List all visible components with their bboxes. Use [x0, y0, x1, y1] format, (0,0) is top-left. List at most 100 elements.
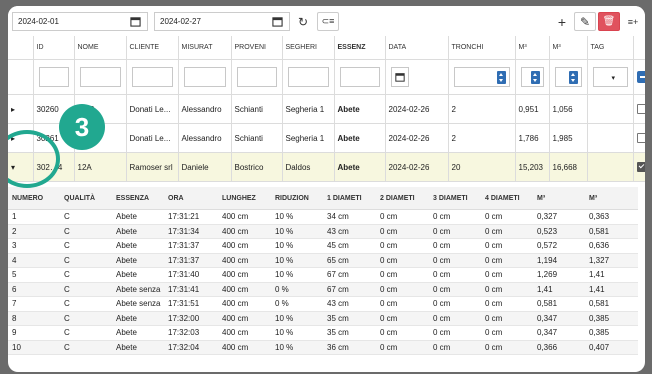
add-row-icon: ≡+	[627, 16, 639, 27]
date-to-field[interactable]: 2024-02-27	[154, 12, 290, 31]
col-header-provenienza[interactable]: PROVENI	[231, 36, 283, 60]
filter-misuratore-input[interactable]	[183, 67, 226, 87]
date-from-field[interactable]: 2024-02-01	[12, 12, 148, 31]
detail-col-diametro3[interactable]: 3 DIAMETI	[429, 187, 481, 210]
col-header-m3a[interactable]: M³	[515, 36, 550, 60]
detail-cell-m3b: 1,41	[585, 282, 638, 297]
tag-field[interactable]	[591, 127, 630, 149]
detail-col-lunghezza[interactable]: LUNGHEZ	[218, 187, 271, 210]
detail-cell-qualita: C	[60, 224, 112, 239]
filter-tag-select[interactable]: ▾	[592, 67, 628, 87]
add-row-button[interactable]: ≡+	[622, 12, 644, 31]
filter-m3a-input[interactable]	[520, 67, 544, 87]
detail-cell-diametro4: 0 cm	[481, 238, 533, 254]
detail-cell-m3b: 1,41	[585, 267, 638, 283]
detail-col-m3a[interactable]: M³	[533, 187, 585, 210]
detail-cell-diametro3: 0 cm	[429, 296, 481, 312]
detail-cell-numero: 8	[8, 311, 60, 326]
filter-tronchi-input[interactable]	[453, 67, 510, 87]
cell-misuratore: Daniele	[178, 152, 232, 182]
edit-button[interactable]: ✎	[574, 12, 596, 31]
detail-cell-lunghezza: 400 cm	[218, 311, 271, 326]
refresh-button[interactable]: ↻	[292, 12, 314, 31]
detail-col-ora[interactable]: ORA	[164, 187, 218, 210]
detail-row[interactable]: 6 C Abete senza 17:31:41 400 cm 0 % 67 cm 0 cm 0…	[8, 282, 638, 297]
detail-body: 1 C Abete 17:31:21 400 cm 10 % 34 cm 0 cm 0 cm 0 …	[8, 209, 638, 355]
calendar-icon[interactable]	[130, 16, 141, 27]
date-to-value: 2024-02-27	[160, 17, 201, 26]
row-checkbox-checked[interactable]	[636, 162, 644, 172]
detail-col-diametro2[interactable]: 2 DIAMETI	[376, 187, 429, 210]
detail-cell-diametro4: 0 cm	[481, 224, 533, 239]
detail-cell-numero: 10	[8, 340, 60, 355]
detail-row[interactable]: 2 C Abete 17:31:34 400 cm 10 % 43 cm 0 cm 0 cm 0 …	[8, 224, 638, 239]
detail-cell-ora: 17:31:37	[164, 238, 218, 254]
filter-provenienza-input[interactable]	[236, 67, 277, 87]
detail-row[interactable]: 5 C Abete 17:31:40 400 cm 10 % 67 cm 0 cm 0 cm 0 …	[8, 267, 638, 283]
col-header-tronchi[interactable]: TRONCHI	[448, 36, 516, 60]
cell-cliente: Donati Le...	[126, 94, 179, 124]
cell-m3b: 1,985	[549, 123, 588, 153]
detail-row[interactable]: 8 C Abete 17:32:00 400 cm 10 % 35 cm 0 cm 0 cm 0 …	[8, 311, 638, 326]
detail-col-m3b[interactable]: M³	[585, 187, 638, 210]
delete-button[interactable]: 🗑	[598, 12, 620, 31]
filter-data-button[interactable]	[390, 67, 409, 87]
col-header-check	[633, 36, 645, 60]
detail-cell-riduzione: 10 %	[271, 253, 323, 268]
detail-row[interactable]: 1 C Abete 17:31:21 400 cm 10 % 34 cm 0 cm 0 cm 0 …	[8, 209, 638, 225]
cell-tronchi: 2	[448, 94, 516, 124]
columns-toggle-button[interactable]: ⊂≡	[317, 12, 339, 31]
col-header-cliente[interactable]: CLIENTE	[126, 36, 179, 60]
table-row-selected[interactable]: ▾ 302…4 12A Ramoser srl Daniele Bostrico…	[8, 152, 645, 182]
filter-m3b-input[interactable]	[554, 67, 582, 87]
cell-tag[interactable]	[587, 94, 634, 124]
cell-cliente: Ramoser srl	[126, 152, 179, 182]
filter-nome-input[interactable]	[79, 67, 121, 87]
col-header-essenza[interactable]: ESSENZ	[334, 36, 386, 60]
calendar-icon[interactable]	[272, 16, 283, 27]
detail-row[interactable]: 10 C Abete 17:32:04 400 cm 10 % 36 cm 0 cm 0 cm 0…	[8, 340, 638, 355]
detail-cell-riduzione: 0 %	[271, 296, 323, 312]
row-checkbox[interactable]	[636, 104, 644, 114]
detail-row[interactable]: 9 C Abete 17:32:03 400 cm 10 % 35 cm 0 cm 0 cm 0 …	[8, 325, 638, 341]
detail-cell-diametro1: 43 cm	[323, 296, 376, 312]
add-button[interactable]: +	[551, 12, 573, 31]
detail-row[interactable]: 3 C Abete 17:31:37 400 cm 10 % 45 cm 0 cm 0 cm 0 …	[8, 238, 638, 254]
col-header-m3b[interactable]: M³	[549, 36, 588, 60]
detail-row[interactable]: 4 C Abete 17:31:37 400 cm 10 % 65 cm 0 cm 0 cm 0 …	[8, 253, 638, 268]
col-header-segheria[interactable]: SEGHERI	[282, 36, 335, 60]
detail-cell-m3b: 0,363	[585, 209, 638, 225]
spinner-icon[interactable]	[496, 71, 506, 84]
detail-col-numero[interactable]: NUMERO	[8, 187, 60, 210]
detail-row[interactable]: 7 C Abete senza 17:31:51 400 cm 0 % 43 cm 0 cm 0…	[8, 296, 638, 312]
cell-tag[interactable]	[587, 123, 634, 153]
col-header-misuratore[interactable]: MISURAT	[178, 36, 232, 60]
collapse-all-button[interactable]	[636, 71, 644, 83]
detail-col-essenza[interactable]: ESSENZA	[112, 187, 164, 210]
spinner-icon[interactable]	[530, 71, 540, 84]
detail-col-riduzione[interactable]: RIDUZION	[271, 187, 323, 210]
tag-field[interactable]	[591, 156, 630, 178]
expand-toggle-icon[interactable]: ▸	[8, 94, 34, 124]
col-header-id[interactable]: ID	[33, 36, 75, 60]
col-header-tag[interactable]: TAG	[587, 36, 634, 60]
detail-cell-diametro1: 45 cm	[323, 238, 376, 254]
detail-col-diametro1[interactable]: 1 DIAMETI	[323, 187, 376, 210]
detail-cell-diametro2: 0 cm	[376, 267, 429, 283]
col-header-nome[interactable]: NOME	[74, 36, 127, 60]
detail-col-diametro4[interactable]: 4 DIAMETI	[481, 187, 533, 210]
filter-segheria-input[interactable]	[287, 67, 329, 87]
detail-cell-essenza: Abete	[112, 253, 164, 268]
filter-cliente-input[interactable]	[131, 67, 173, 87]
cell-segheria: Segheria 1	[282, 123, 335, 153]
row-checkbox[interactable]	[636, 133, 644, 143]
spinner-icon[interactable]	[568, 71, 578, 84]
cell-tronchi: 2	[448, 123, 516, 153]
detail-cell-diametro1: 35 cm	[323, 311, 376, 326]
tag-field[interactable]	[591, 98, 630, 120]
filter-essenza-input[interactable]	[339, 67, 380, 87]
col-header-data[interactable]: DATA	[385, 36, 449, 60]
detail-col-qualita[interactable]: QUALITÀ	[60, 187, 112, 210]
cell-tag[interactable]	[587, 152, 634, 182]
filter-id-input[interactable]	[38, 67, 69, 87]
